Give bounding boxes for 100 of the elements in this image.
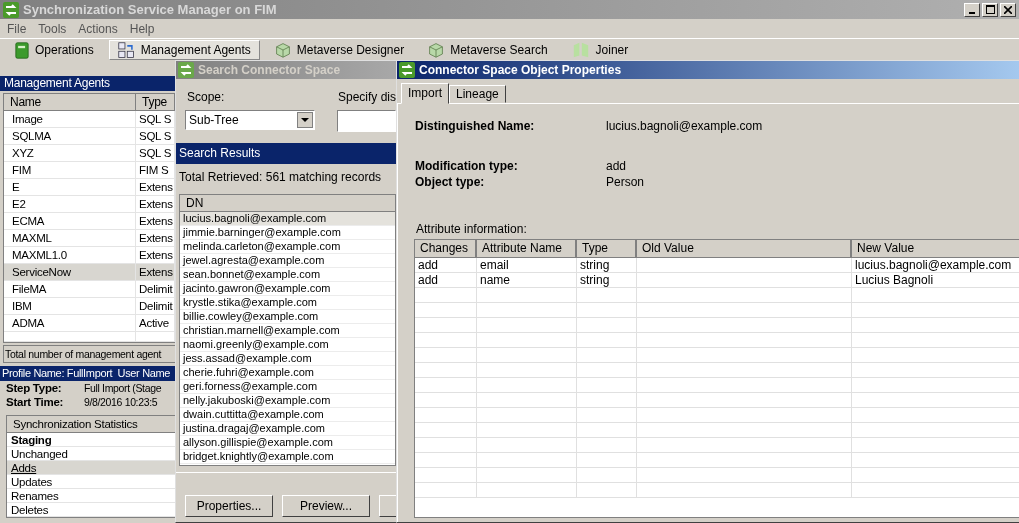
list-item[interactable]: jewel.agresta@example.com xyxy=(180,254,395,268)
menu-item[interactable]: File xyxy=(7,21,27,36)
toolbar-button[interactable]: Management Agents xyxy=(108,40,260,60)
table-row[interactable]: MAXML Extens xyxy=(4,230,175,247)
field-value: Person xyxy=(606,174,645,190)
toolbar-button[interactable]: Metaverse Designer xyxy=(265,40,414,60)
dialog-button[interactable] xyxy=(379,495,399,517)
close-button[interactable] xyxy=(1000,2,1016,17)
maximize-button[interactable] xyxy=(982,2,998,17)
sync-arrows-icon xyxy=(3,1,19,18)
section-row: Staging xyxy=(7,433,175,447)
field-label: Start Time: xyxy=(6,395,65,409)
windows-icon xyxy=(117,41,135,59)
menu-item[interactable]: Help xyxy=(129,21,155,36)
input-field[interactable] xyxy=(337,110,396,132)
minimize-button[interactable] xyxy=(964,2,980,17)
status-text: Total Retrieved: 561 matching records xyxy=(178,169,383,186)
menu-item[interactable]: Actions xyxy=(78,21,118,36)
dialog-button[interactable]: Properties... xyxy=(185,495,273,517)
field-label: Modification type: xyxy=(415,158,519,174)
minimize-icon xyxy=(969,11,975,14)
table-row[interactable]: ECMA Extens xyxy=(4,213,175,230)
table-row[interactable]: Renames xyxy=(7,489,175,503)
table-cell: string xyxy=(580,273,610,287)
table-row[interactable]: FileMA Delimit xyxy=(4,281,175,298)
table-row[interactable]: E2 Extens xyxy=(4,196,175,213)
cube-icon xyxy=(428,42,445,58)
list-item[interactable]: allyson.gillispie@example.com xyxy=(180,436,395,450)
table-row[interactable]: Updates xyxy=(7,475,175,489)
column-header[interactable]: Type xyxy=(577,240,637,257)
field-value: 9/8/2016 10:23:5 xyxy=(84,395,158,409)
field-value: add xyxy=(606,158,627,174)
list-item[interactable]: jimmie.barninger@example.com xyxy=(180,226,395,240)
toolbar-button[interactable]: Operations xyxy=(6,40,103,60)
column-header[interactable]: Changes xyxy=(415,240,477,257)
list-item[interactable]: justina.dragaj@example.com xyxy=(180,422,395,436)
table-cell: add xyxy=(418,273,439,287)
table-row[interactable]: FIM FIM S xyxy=(4,162,175,179)
sync-arrows-icon xyxy=(178,62,194,78)
list-item[interactable]: jacinto.gawron@example.com xyxy=(180,282,395,296)
table-cell: lucius.bagnoli@example.com xyxy=(855,258,1012,272)
table-cell: add xyxy=(418,258,439,272)
field-label: Scope: xyxy=(187,90,226,104)
panels-icon xyxy=(571,42,590,58)
list-item[interactable]: dwain.cuttitta@example.com xyxy=(180,408,395,422)
field-value: lucius.bagnoli@example.com xyxy=(606,118,763,134)
notebook-icon xyxy=(15,41,29,59)
table-cell: name xyxy=(480,273,511,287)
panel-header: Management Agents xyxy=(0,76,176,91)
column-header[interactable]: Old Value xyxy=(637,240,852,257)
menu-item[interactable]: Tools xyxy=(38,21,67,36)
field-label: Distinguished Name: xyxy=(415,118,536,134)
table-row[interactable]: Deletes xyxy=(7,503,175,517)
window-title: Synchronization Service Manager on FIM xyxy=(23,2,278,17)
toolbar-button[interactable]: Joiner xyxy=(562,40,638,60)
dialog-title: Connector Space Object Properties xyxy=(419,63,622,77)
dialog-title: Search Connector Space xyxy=(198,63,341,77)
list-item[interactable]: melinda.carleton@example.com xyxy=(180,240,395,254)
table-cell: string xyxy=(580,258,610,272)
panel-header: Search Results xyxy=(176,143,396,164)
sync-arrows-icon xyxy=(399,62,415,78)
cube-icon xyxy=(274,42,291,58)
field-value: Full Import (Stage xyxy=(84,381,162,395)
list-item[interactable]: lucius.bagnoli@example.com xyxy=(180,212,395,226)
table-row[interactable]: IBM Delimit xyxy=(4,298,175,315)
toolbar-button[interactable]: Metaverse Search xyxy=(419,40,557,60)
panel-header: Profile Name: FullImport User Name xyxy=(0,366,176,381)
list-item[interactable]: geri.forness@example.com xyxy=(180,380,395,394)
list-item[interactable]: billie.cowley@example.com xyxy=(180,310,395,324)
dialog-button[interactable]: Preview... xyxy=(282,495,370,517)
maximize-icon xyxy=(985,5,995,14)
list-item[interactable]: cherie.fuhri@example.com xyxy=(180,366,395,380)
scope-dropdown[interactable]: Sub-Tree xyxy=(185,110,315,130)
column-header[interactable]: New Value xyxy=(852,240,1019,257)
list-item[interactable]: krystle.stika@example.com xyxy=(180,296,395,310)
table-row[interactable]: Adds xyxy=(7,461,175,475)
list-item[interactable]: sean.bonnet@example.com xyxy=(180,268,395,282)
list-item[interactable]: jess.assad@example.com xyxy=(180,352,395,366)
section-label: Attribute information: xyxy=(415,222,528,236)
table-row[interactable]: E Extens xyxy=(4,179,175,196)
table-row[interactable]: ServiceNow Extens xyxy=(4,264,175,281)
table-row[interactable]: XYZ SQL S xyxy=(4,145,175,162)
list-item[interactable]: christian.marnell@example.com xyxy=(180,324,395,338)
status-text: Total number of management agent xyxy=(3,345,176,363)
table-row[interactable]: ADMA Active xyxy=(4,315,175,332)
tab[interactable]: Lineage xyxy=(449,85,506,103)
column-header[interactable]: DN xyxy=(180,195,395,212)
column-header[interactable]: Synchronization Statistics xyxy=(7,416,175,433)
tab[interactable]: Import xyxy=(401,83,449,104)
table-cell: email xyxy=(480,258,509,272)
field-label: Specify dis xyxy=(337,90,396,104)
list-item[interactable]: naomi.greenly@example.com xyxy=(180,338,395,352)
table-row[interactable]: Image SQL S xyxy=(4,111,175,128)
list-item[interactable]: nelly.jakuboski@example.com xyxy=(180,394,395,408)
list-item[interactable]: bridget.knightly@example.com xyxy=(180,450,395,464)
column-header[interactable]: Attribute Name xyxy=(477,240,577,257)
table-cell: Lucius Bagnoli xyxy=(855,273,934,287)
column-header[interactable]: Name xyxy=(4,94,136,111)
field-label: Object type: xyxy=(415,174,486,190)
table-row[interactable]: SQLMA SQL S xyxy=(4,128,175,145)
